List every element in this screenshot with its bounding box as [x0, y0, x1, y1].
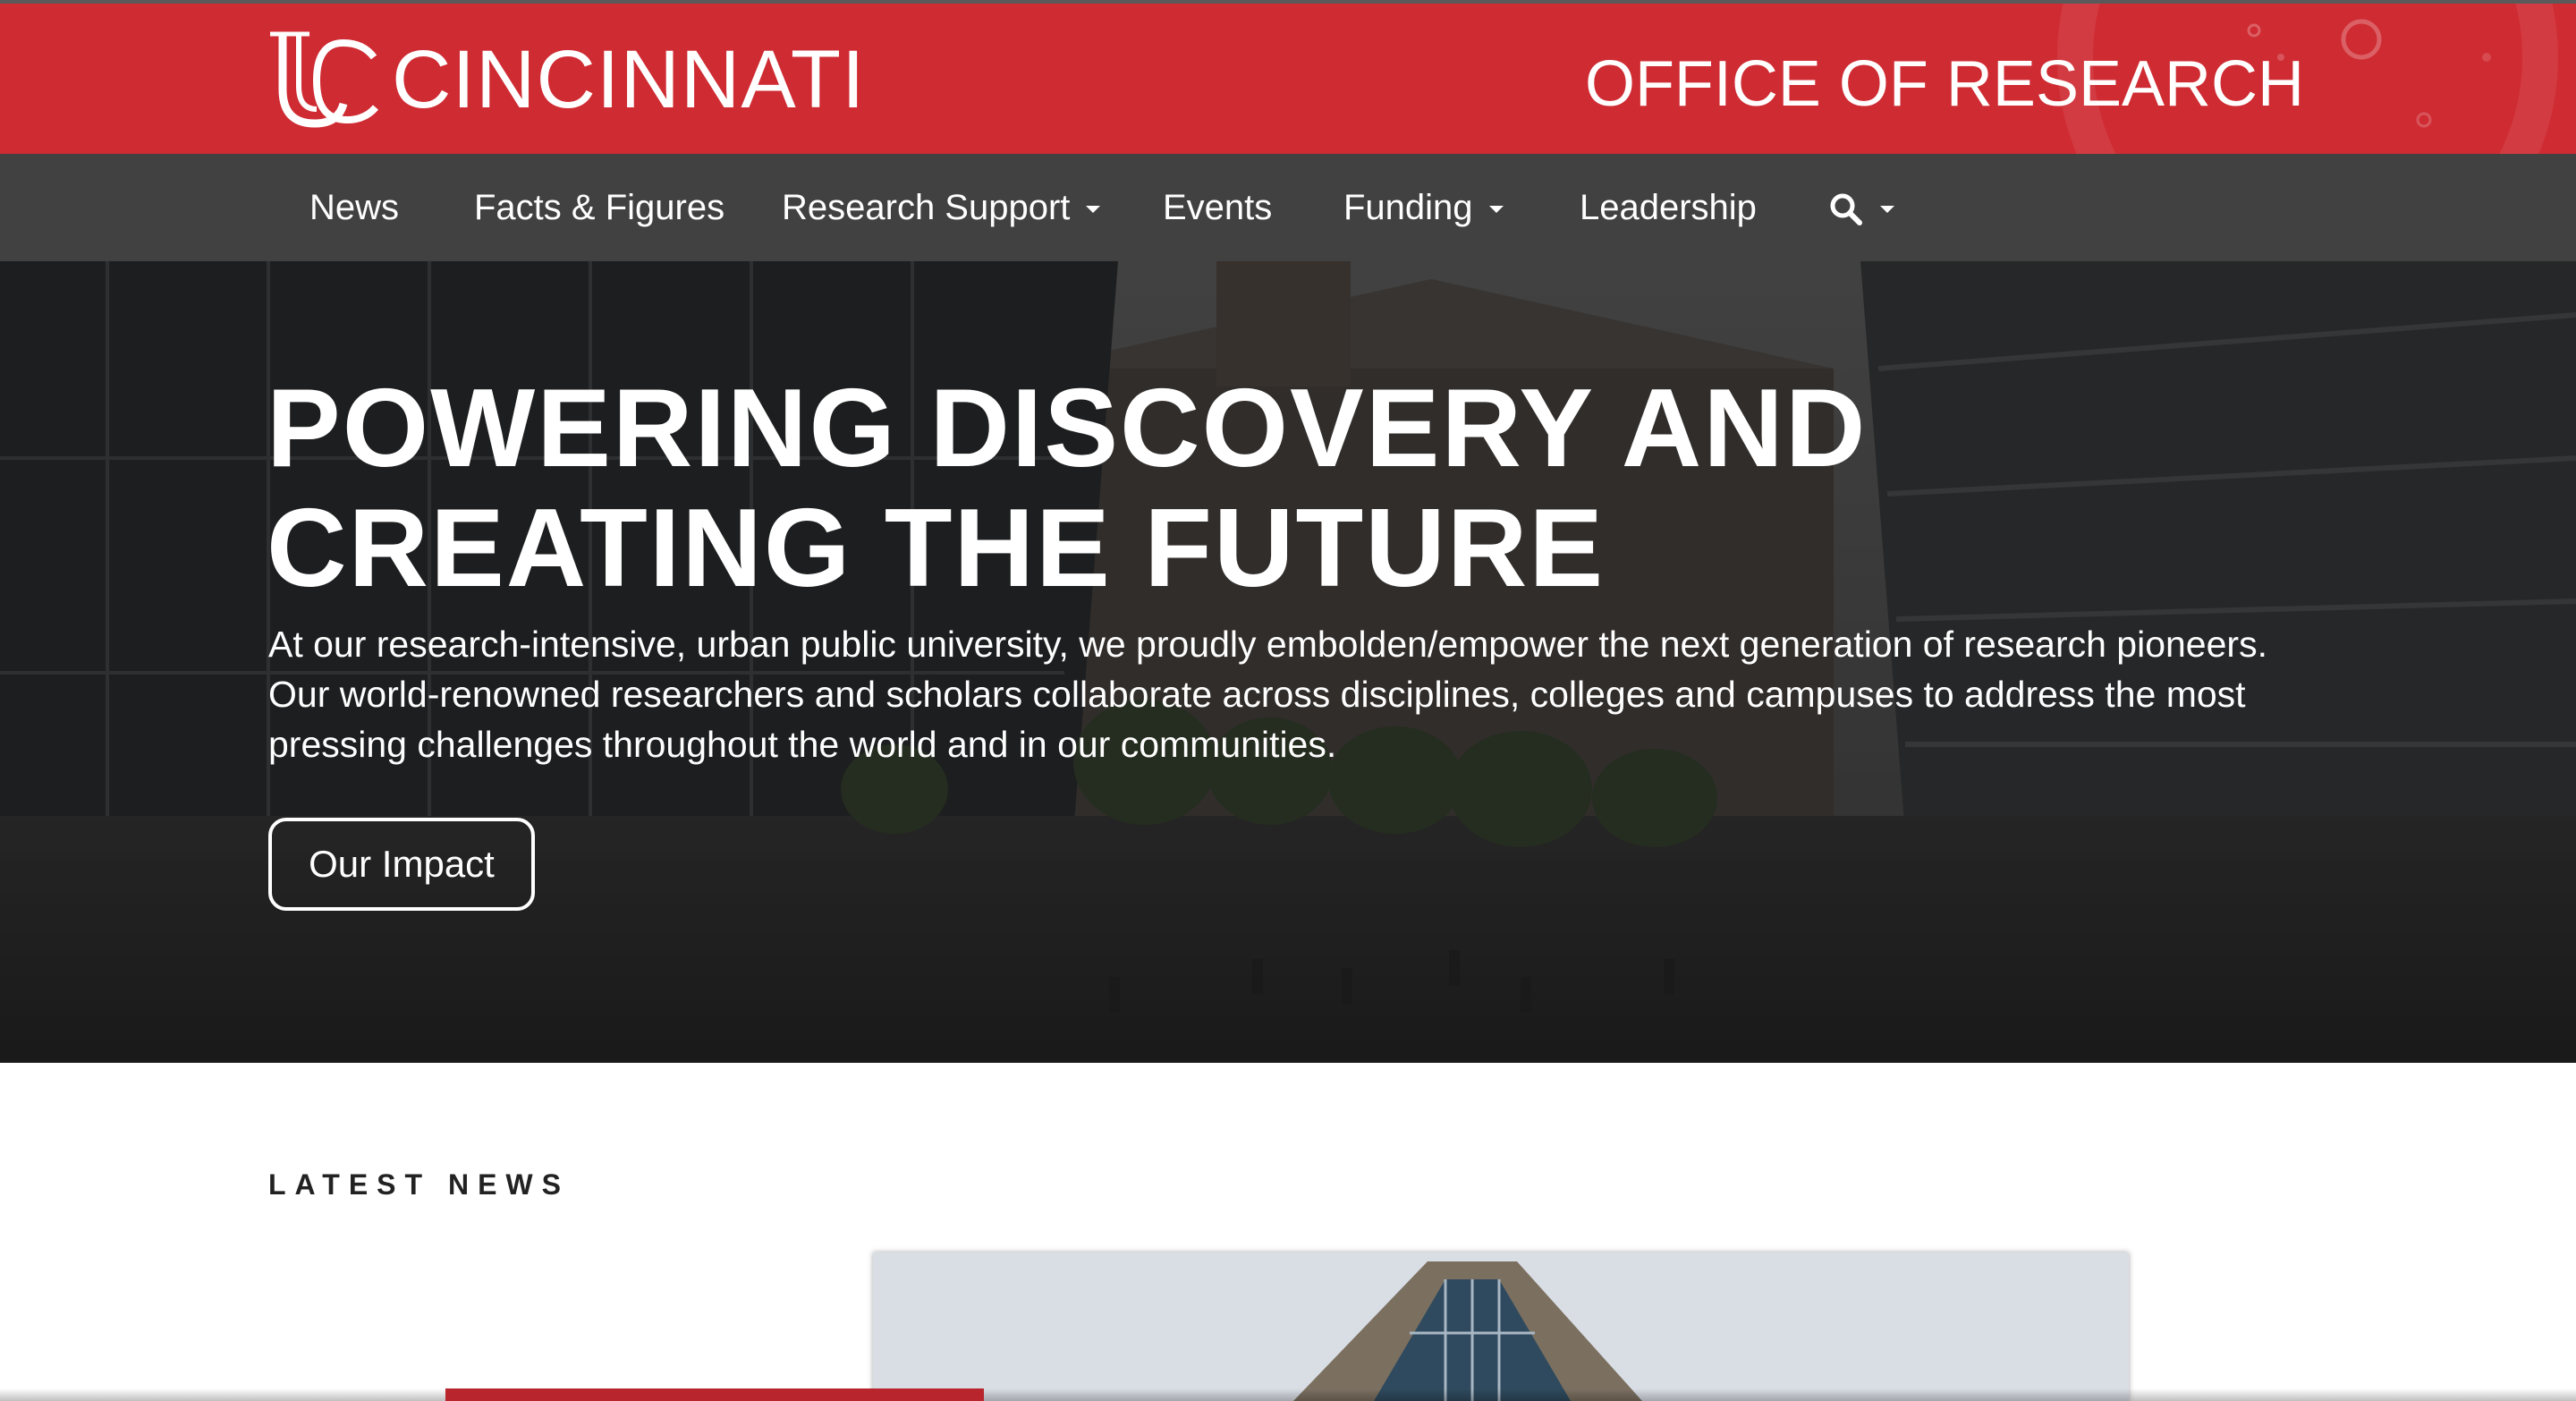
nav-item-research-support[interactable]: Research Support: [782, 154, 1101, 261]
search-icon: [1830, 193, 1862, 226]
hero-title-line-2: CREATING THE FUTURE: [267, 487, 1606, 610]
news-card-image[interactable]: [873, 1252, 2129, 1401]
hero-title-line-1: POWERING DISCOVERY AND: [267, 367, 1868, 490]
nav-item-facts-figures[interactable]: Facts & Figures: [474, 154, 724, 261]
site-header: CINCINNATI OFFICE OF RESEARCH: [0, 4, 2576, 154]
hero-description: At our research-intensive, urban public …: [268, 624, 2267, 765]
nav-item-news[interactable]: News: [309, 154, 399, 261]
nav-item-label: Leadership: [1580, 188, 1757, 227]
uc-monogram-icon: [270, 31, 379, 128]
nav-item-label: Funding: [1343, 188, 1473, 227]
office-title[interactable]: OFFICE OF RESEARCH: [1585, 52, 2304, 116]
nav-item-label: Research Support: [782, 188, 1071, 227]
nav-item-funding[interactable]: Funding: [1343, 154, 1504, 261]
chevron-down-icon: [1488, 206, 1504, 214]
uc-logo[interactable]: CINCINNATI: [267, 27, 866, 132]
main-nav: News Facts & Figures Research Support Ev…: [0, 154, 2576, 261]
nav-item-label: Facts & Figures: [474, 188, 725, 227]
our-impact-button[interactable]: Our Impact: [268, 818, 535, 911]
hero-banner: POWERING DISCOVERY AND CREATING THE FUTU…: [0, 261, 2576, 1063]
nav-item-events[interactable]: Events: [1163, 154, 1272, 261]
latest-news-heading: LATEST NEWS: [268, 1168, 570, 1201]
logo-wordmark: CINCINNATI: [392, 34, 866, 125]
bottom-shadow: [0, 1388, 2576, 1401]
chevron-down-icon: [1086, 206, 1101, 214]
nav-search-toggle[interactable]: [1828, 154, 1894, 261]
hero-title: POWERING DISCOVERY AND CREATING THE FUTU…: [267, 369, 2234, 608]
news-accent-bar: [445, 1388, 984, 1401]
nav-item-label: News: [309, 188, 400, 227]
nav-item-leadership[interactable]: Leadership: [1580, 154, 1757, 261]
news-photo: [873, 1252, 2129, 1401]
nav-item-label: Events: [1163, 188, 1273, 227]
chevron-down-icon: [1880, 206, 1894, 214]
